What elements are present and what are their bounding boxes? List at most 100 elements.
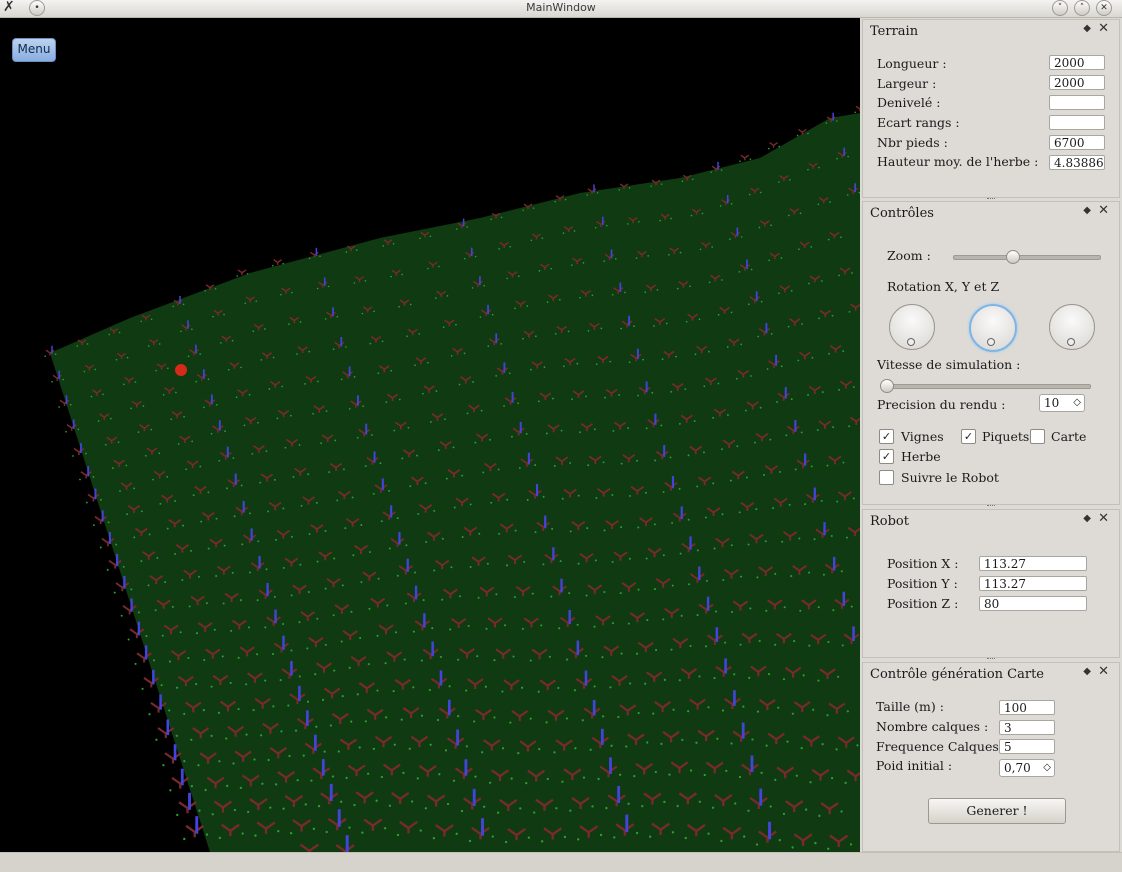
minimize-icon[interactable]: ˅ [1052, 0, 1068, 16]
close-icon[interactable]: ✕ [1098, 21, 1109, 36]
vitesse-slider[interactable] [880, 379, 1091, 393]
grass-dot [589, 748, 592, 751]
denivele-field[interactable] [1049, 95, 1105, 110]
taille-field[interactable]: 100 [999, 700, 1055, 715]
vine-mark [273, 259, 283, 265]
terrain-3d-view[interactable]: Menu [0, 18, 860, 852]
grass-dot [333, 557, 336, 560]
grass-dot [134, 662, 137, 665]
grass-dot [817, 606, 820, 609]
grass-dot [264, 679, 267, 682]
grass-dot [446, 295, 449, 297]
precision-spinbox[interactable]: 10 ◇ [1039, 394, 1085, 412]
ecart-rangs-field[interactable] [1049, 115, 1105, 130]
grass-dot [300, 504, 303, 507]
grass-dot [690, 214, 693, 217]
grass-dot [299, 321, 302, 323]
grass-dot [405, 544, 408, 547]
grass-dot [786, 740, 789, 743]
vitesse-slider-handle[interactable] [880, 379, 894, 393]
position-z-field[interactable]: 80 [979, 596, 1087, 611]
close-icon[interactable]: ✕ [1098, 664, 1109, 679]
close-window-icon[interactable]: ✕ [1096, 0, 1112, 16]
rotation-z-dial[interactable] [1049, 304, 1095, 350]
grass-dot [102, 393, 104, 396]
grass-dot [438, 265, 440, 268]
zoom-slider[interactable] [953, 250, 1101, 264]
grass-dot [110, 417, 112, 420]
rotation-y-dial[interactable] [969, 304, 1017, 352]
suivre-robot-checkbox[interactable] [879, 470, 894, 485]
vignes-checkbox[interactable]: ✓ [879, 429, 894, 444]
grass-dot [780, 257, 783, 259]
grass-dot [633, 325, 635, 328]
grass-dot [635, 831, 639, 835]
grass-dot [86, 343, 89, 345]
piquets-checkbox[interactable]: ✓ [961, 429, 976, 444]
grass-dot [827, 238, 830, 241]
float-icon[interactable]: ◆ [1083, 666, 1091, 677]
longueur-field[interactable]: 2000 [1049, 55, 1105, 70]
grass-dot [353, 375, 356, 378]
grass-dot [525, 432, 528, 435]
spin-arrows-icon[interactable]: ◇ [1073, 395, 1081, 411]
grass-dot [678, 487, 681, 490]
grass-dot [383, 827, 387, 830]
grass-dot [319, 255, 321, 258]
zoom-slider-handle[interactable] [1006, 250, 1021, 264]
nombre-calques-field[interactable]: 3 [999, 720, 1055, 735]
grass-dot [327, 285, 330, 288]
grass-dot [537, 690, 540, 693]
position-x-field[interactable]: 113.27 [979, 556, 1087, 571]
frequence-calques-label: Frequence Calques : [876, 739, 1007, 754]
grass-dot [707, 706, 710, 709]
close-icon[interactable]: ✕ [1098, 203, 1109, 218]
grass-dot [785, 434, 788, 437]
grass-dot [712, 482, 715, 485]
largeur-field[interactable]: 2000 [1049, 75, 1105, 90]
carte-checkbox[interactable] [1030, 429, 1045, 444]
grass-dot [166, 527, 169, 530]
grass-dot [749, 607, 752, 610]
grass-dot [452, 446, 455, 449]
grass-dot [214, 287, 217, 290]
rotation-x-dial[interactable] [889, 304, 935, 350]
grass-dot [503, 405, 505, 407]
grass-dot [611, 493, 614, 496]
grass-dot [530, 368, 532, 371]
nbr-pieds-field[interactable]: 6700 [1049, 135, 1105, 150]
dial-notch [987, 338, 995, 346]
taille-label: Taille (m) : [876, 699, 944, 714]
grass-dot [215, 575, 218, 578]
generer-button[interactable]: Generer ! [928, 798, 1066, 824]
grass-dot [232, 762, 235, 765]
grass-dot [236, 275, 238, 277]
grass-dot [361, 312, 364, 315]
grass-dot [742, 705, 745, 708]
grass-dot [240, 484, 243, 487]
float-icon[interactable]: ◆ [1083, 23, 1091, 34]
menu-button[interactable]: Menu [12, 38, 56, 62]
maximize-icon[interactable]: ˄ [1074, 0, 1090, 16]
grass-dot [79, 478, 81, 481]
grass-dot [767, 672, 771, 676]
longueur-label: Longueur : [877, 56, 947, 71]
grass-dot [579, 431, 582, 434]
float-icon[interactable]: ◆ [1083, 205, 1091, 216]
poid-initial-spinbox[interactable]: 0,70 ◇ [999, 759, 1055, 777]
grass-dot [827, 640, 830, 644]
herbe-checkbox[interactable]: ✓ [879, 449, 894, 464]
grass-dot [304, 803, 307, 806]
frequence-calques-field[interactable]: 5 [999, 739, 1055, 754]
hauteur-herbe-field[interactable]: 4.83886 [1049, 155, 1105, 170]
grass-dot [316, 287, 319, 290]
grass-dot [390, 275, 392, 278]
grass-dot [501, 747, 505, 750]
grass-dot [738, 270, 741, 273]
vine-mark [171, 776, 190, 789]
position-y-field[interactable]: 113.27 [979, 576, 1087, 591]
spin-arrows-icon[interactable]: ◇ [1043, 760, 1051, 776]
float-icon[interactable]: ◆ [1083, 513, 1091, 524]
grass-dot [685, 320, 688, 323]
close-icon[interactable]: ✕ [1098, 511, 1109, 526]
